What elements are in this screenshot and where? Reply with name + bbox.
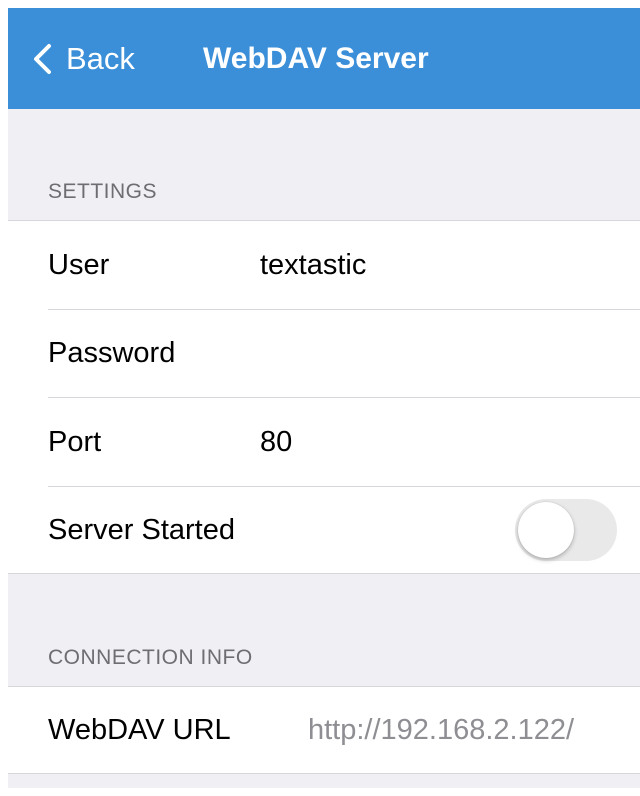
webdav-url-value: http://192.168.2.122/ [308, 713, 575, 746]
user-field[interactable]: textastic [260, 249, 366, 282]
password-label: Password [48, 337, 176, 369]
port-row[interactable]: Port 80 [8, 398, 640, 486]
navigation-bar: Back WebDAV Server [8, 8, 640, 109]
page-title: WebDAV Server [203, 41, 429, 75]
port-label: Port [48, 425, 102, 458]
server-started-label: Server Started [48, 513, 235, 546]
password-row[interactable]: Password [8, 310, 640, 397]
webdav-url-row[interactable]: WebDAV URL http://192.168.2.122/ [8, 687, 640, 773]
port-field[interactable]: 80 [260, 426, 292, 459]
webdav-server-screen: Back WebDAV Server SETTINGS User textast… [8, 8, 640, 788]
server-started-row: Server Started [8, 487, 640, 573]
section-header-connection-info: CONNECTION INFO [48, 646, 253, 669]
user-row[interactable]: User textastic [8, 221, 640, 309]
chevron-left-icon [34, 43, 51, 74]
toggle-knob [518, 502, 574, 558]
server-started-toggle[interactable] [515, 499, 617, 561]
back-label: Back [66, 40, 135, 76]
section-header-settings: SETTINGS [48, 180, 158, 203]
back-button[interactable]: Back [32, 8, 135, 109]
settings-group: User textastic Password Port 80 Server S… [8, 220, 640, 574]
connection-info-group: WebDAV URL http://192.168.2.122/ [8, 686, 640, 774]
user-label: User [48, 248, 110, 281]
webdav-url-label: WebDAV URL [48, 713, 231, 746]
